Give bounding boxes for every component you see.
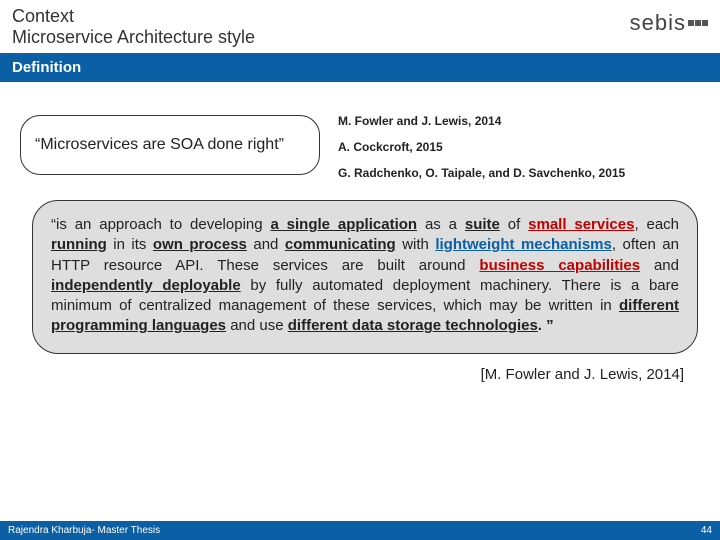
q-own-process: own process <box>153 236 247 253</box>
logo-text: sebis <box>630 10 686 36</box>
reference-1: M. Fowler and J. Lewis, 2014 <box>338 114 625 128</box>
header-subtitle: Microservice Architecture style <box>12 27 255 48</box>
q-suite: suite <box>465 216 500 233</box>
page-number: 44 <box>701 525 712 536</box>
footer-bar: Rajendra Kharbuja- Master Thesis 44 <box>0 521 720 540</box>
q-and2: and <box>640 257 679 274</box>
q-of: of <box>500 216 528 233</box>
q-close: . ” <box>538 317 554 334</box>
header-title-block: Context Microservice Architecture style <box>12 6 255 48</box>
footer-author: Rajendra Kharbuja- Master Thesis <box>8 525 160 536</box>
q-and: and <box>247 236 285 253</box>
quote-row: “Microservices are SOA done right” M. Fo… <box>0 82 720 190</box>
soa-quote-box: “Microservices are SOA done right” <box>20 115 320 175</box>
references-list: M. Fowler and J. Lewis, 2014 A. Cockcrof… <box>338 110 625 180</box>
definition-bar: Definition <box>0 52 720 82</box>
q-single-app: a single application <box>270 216 417 233</box>
q-small-services: small services <box>528 216 634 233</box>
attribution: [M. Fowler and J. Lewis, 2014] <box>0 366 684 383</box>
q-inits: in its <box>107 236 153 253</box>
q-as: as a <box>417 216 465 233</box>
q-diff-data: different data storage technologies <box>288 317 538 334</box>
logo-squares-icon <box>688 20 708 26</box>
header-context: Context <box>12 6 255 27</box>
reference-2: A. Cockcroft, 2015 <box>338 140 625 154</box>
q-biz-cap: business capabilities <box>479 257 640 274</box>
sebis-logo: sebis <box>630 6 708 36</box>
q-anduse: and use <box>226 317 288 334</box>
q-communicating: communicating <box>285 236 396 253</box>
q-indep-deploy: independently deployable <box>51 277 241 294</box>
slide-header: Context Microservice Architecture style … <box>0 0 720 52</box>
q-open: “is an approach to developing <box>51 216 270 233</box>
reference-3: G. Radchenko, O. Taipale, and D. Savchen… <box>338 166 625 180</box>
q-lightweight: lightweight mechanisms <box>435 236 612 253</box>
q-each: , each <box>634 216 679 233</box>
q-running: running <box>51 236 107 253</box>
definition-quote-box: “is an approach to developing a single a… <box>32 200 698 354</box>
q-with: with <box>396 236 436 253</box>
